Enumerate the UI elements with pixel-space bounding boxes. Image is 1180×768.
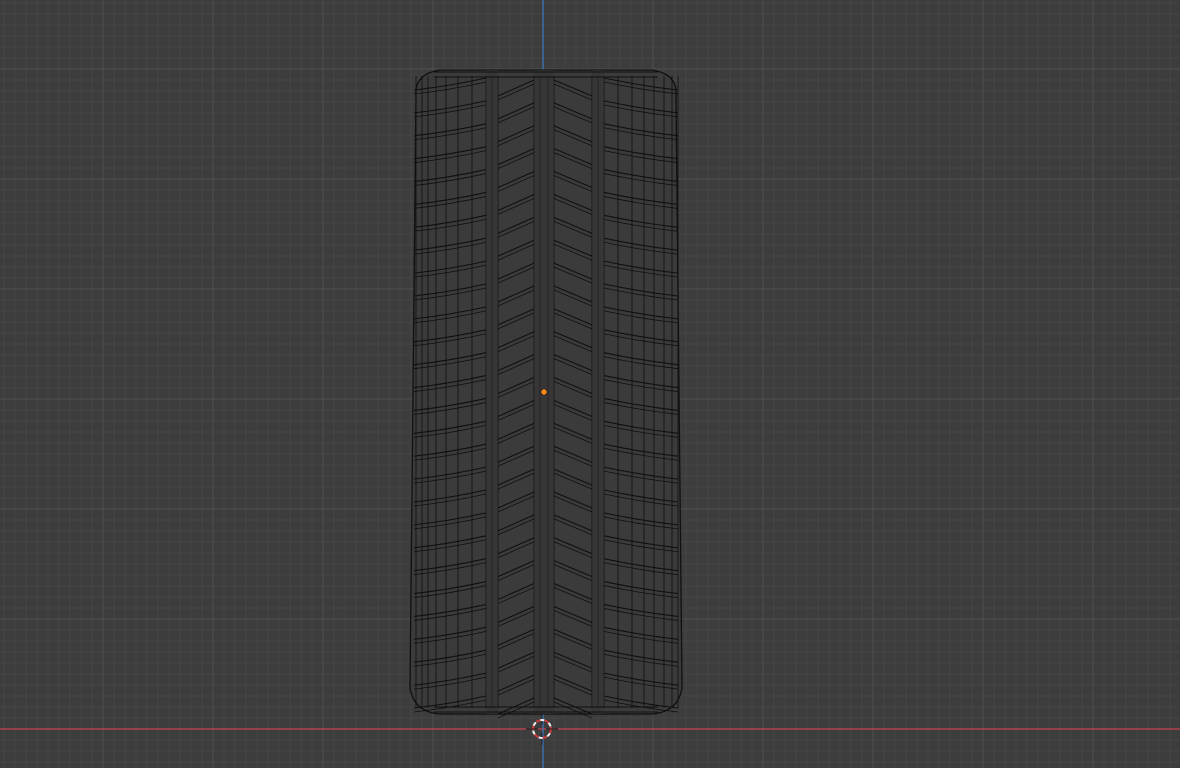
viewport-canvas[interactable] — [0, 0, 1180, 768]
tread-groove — [592, 70, 604, 714]
tread-groove — [486, 70, 498, 714]
object-origin-icon[interactable] — [540, 388, 548, 396]
3d-viewport[interactable] — [0, 0, 1180, 768]
